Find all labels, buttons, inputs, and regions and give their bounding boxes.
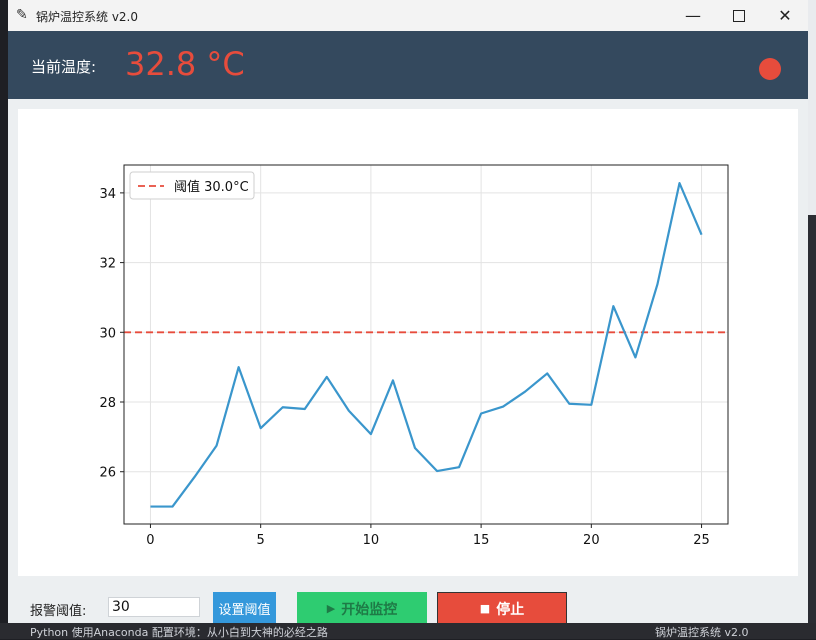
control-bar: 报警阈值: 设置阈值 ▶ 开始监控 ■ 停止 xyxy=(8,582,808,623)
temperature-series-line xyxy=(150,182,703,508)
legend-threshold-label: 阈值 30.0°C xyxy=(174,179,249,195)
x-tick-label: 0 xyxy=(146,533,154,548)
x-tick-label: 10 xyxy=(363,533,380,548)
taskbar-item-app[interactable]: 锅炉温控系统 v2.0 xyxy=(655,624,749,640)
x-tick-label: 20 xyxy=(583,533,600,548)
x-tick-label: 5 xyxy=(257,533,265,548)
close-icon: ✕ xyxy=(778,6,792,25)
start-monitor-button[interactable]: ▶ 开始监控 xyxy=(297,592,427,623)
minimize-button[interactable]: — xyxy=(670,0,716,31)
x-tick-label: 15 xyxy=(473,533,490,548)
minimize-icon: — xyxy=(685,6,701,25)
play-icon: ▶ xyxy=(326,602,336,615)
threshold-label: 报警阈值: xyxy=(30,604,87,619)
temperature-chart: 0 5 10 15 20 25 26 28 30 32 34 阈值 30.0°C xyxy=(99,164,729,548)
stop-button[interactable]: ■ 停止 xyxy=(437,592,567,623)
y-tick-label: 32 xyxy=(99,257,116,272)
x-tick-label: 25 xyxy=(693,533,710,548)
start-monitor-label: 开始监控 xyxy=(341,601,398,618)
maximize-button[interactable] xyxy=(716,0,762,31)
chart-panel: 0 5 10 15 20 25 26 28 30 32 34 阈值 30.0°C xyxy=(18,109,798,576)
current-temp-label: 当前温度: xyxy=(31,58,97,76)
app-window: ✎ 锅炉温控系统 v2.0 — ✕ 当前温度: 32.8 °C 0 5 10 15 20… xyxy=(8,0,808,623)
y-tick-label: 26 xyxy=(99,466,116,481)
y-tick-label: 34 xyxy=(99,187,116,202)
y-tick-label: 30 xyxy=(99,326,116,341)
window-title: 锅炉温控系统 v2.0 xyxy=(36,10,139,24)
set-threshold-button[interactable]: 设置阈值 xyxy=(213,592,276,623)
maximize-icon xyxy=(733,9,745,22)
background-panel xyxy=(808,0,816,215)
status-indicator xyxy=(759,58,781,80)
feather-icon: ✎ xyxy=(16,7,28,23)
plot-frame xyxy=(123,164,729,525)
stop-icon: ■ xyxy=(479,602,491,615)
y-tick-label: 28 xyxy=(99,396,116,411)
set-threshold-label: 设置阈值 xyxy=(218,603,271,618)
title-bar[interactable]: ✎ 锅炉温控系统 v2.0 — ✕ xyxy=(8,0,808,31)
current-temp-value: 32.8 °C xyxy=(125,45,245,83)
stop-label: 停止 xyxy=(496,601,525,618)
background-taskbar: Python 使用Anaconda 配置环境：从小白到大神的必经之路 锅炉温控系… xyxy=(0,623,816,639)
background-editor-strip xyxy=(808,0,816,639)
temperature-header: 当前温度: 32.8 °C xyxy=(8,31,808,99)
threshold-input[interactable] xyxy=(108,597,200,617)
close-button[interactable]: ✕ xyxy=(762,0,808,31)
taskbar-item-browser[interactable]: Python 使用Anaconda 配置环境：从小白到大神的必经之路 xyxy=(30,624,328,640)
